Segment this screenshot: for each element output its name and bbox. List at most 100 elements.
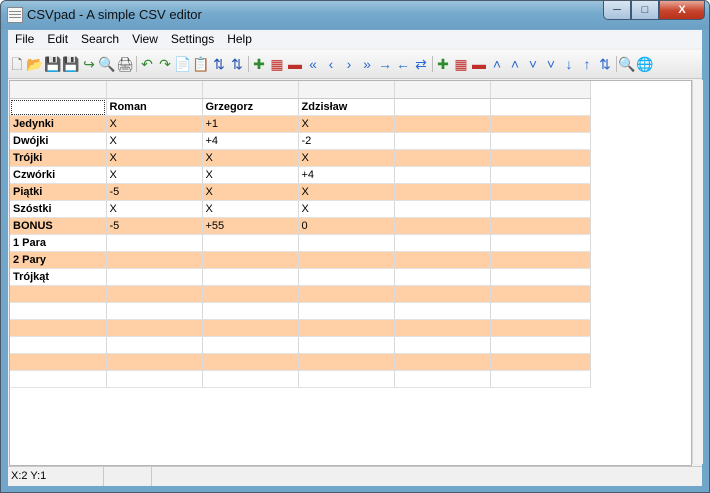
insert-column-button[interactable]: ▦ xyxy=(268,55,286,73)
grid-cell[interactable] xyxy=(202,302,299,320)
grid-cell[interactable] xyxy=(10,302,107,320)
column-header[interactable] xyxy=(394,81,491,99)
grid-cell[interactable] xyxy=(490,200,591,218)
grid-cell[interactable]: X xyxy=(202,166,299,184)
column-header[interactable] xyxy=(490,81,591,99)
print-preview-button[interactable]: 🔍 xyxy=(98,55,116,73)
grid-cell[interactable] xyxy=(10,353,107,371)
move-first-column-button[interactable]: « xyxy=(304,55,322,73)
grid-cell[interactable] xyxy=(490,149,591,167)
grid-cell[interactable] xyxy=(490,115,591,133)
grid-cell[interactable] xyxy=(202,353,299,371)
grid-cell[interactable]: Szóstki xyxy=(10,200,107,218)
grid-cell[interactable] xyxy=(106,251,203,269)
grid-cell[interactable] xyxy=(394,98,491,116)
grid-cell[interactable] xyxy=(394,149,491,167)
grid-cell[interactable]: +55 xyxy=(202,217,299,235)
grid-cell[interactable] xyxy=(298,370,395,388)
paste-button[interactable]: 📋 xyxy=(192,55,210,73)
sort-descending-button[interactable]: ⇅ xyxy=(228,55,246,73)
column-header[interactable] xyxy=(106,81,203,99)
grid-cell[interactable]: X xyxy=(298,183,395,201)
grid-cell[interactable] xyxy=(298,285,395,303)
maximize-button[interactable]: □ xyxy=(631,1,659,20)
grid-cell[interactable]: Czwórki xyxy=(10,166,107,184)
grid-cell[interactable] xyxy=(394,370,491,388)
grid-cell[interactable] xyxy=(10,370,107,388)
menu-help[interactable]: Help xyxy=(220,32,258,46)
insert-row-button[interactable]: ▦ xyxy=(452,55,470,73)
grid-cell[interactable]: Zdzisław xyxy=(298,98,395,116)
grid-cell[interactable] xyxy=(490,319,591,337)
open-folder-button[interactable]: 📂 xyxy=(26,55,44,73)
move-down-row-button[interactable]: ˅ xyxy=(524,55,542,73)
grid-cell[interactable]: X xyxy=(106,115,203,133)
grid-cell[interactable] xyxy=(490,132,591,150)
grid-cell[interactable]: 1 Para xyxy=(10,234,107,252)
grid-cell[interactable]: Piątki xyxy=(10,183,107,201)
grid-cell[interactable] xyxy=(490,285,591,303)
grid-cell[interactable] xyxy=(394,132,491,150)
grid-cell[interactable] xyxy=(202,268,299,286)
grid-cell[interactable] xyxy=(10,336,107,354)
grid-cell[interactable] xyxy=(394,268,491,286)
save-as-button[interactable]: 💾 xyxy=(62,55,80,73)
grid-cell[interactable]: X xyxy=(298,115,395,133)
grid-cell[interactable] xyxy=(202,234,299,252)
grid-cell[interactable] xyxy=(106,336,203,354)
grid-area[interactable]: Roman Grzegorz Zdzisław Jedynki X +1 X Dwójki X +… xyxy=(9,80,692,466)
grid-cell[interactable] xyxy=(394,353,491,371)
grid-cell[interactable]: X xyxy=(202,149,299,167)
grid-cell[interactable] xyxy=(394,217,491,235)
grid-cell[interactable] xyxy=(394,319,491,337)
globe-button[interactable]: 🌐 xyxy=(636,55,654,73)
grid-cell[interactable] xyxy=(394,166,491,184)
arrow-down-button[interactable]: ↓ xyxy=(560,55,578,73)
grid-cell[interactable] xyxy=(298,234,395,252)
grid-cell[interactable]: X xyxy=(106,200,203,218)
column-header[interactable] xyxy=(10,81,107,99)
search-button[interactable]: 🔍 xyxy=(618,55,636,73)
grid-cell[interactable]: Grzegorz xyxy=(202,98,299,116)
sort-ascending-button[interactable]: ⇅ xyxy=(210,55,228,73)
grid-cell[interactable] xyxy=(202,370,299,388)
grid-cell[interactable]: X xyxy=(106,132,203,150)
grid-cell[interactable] xyxy=(394,302,491,320)
grid-cell[interactable]: Trójki xyxy=(10,149,107,167)
grid-cell[interactable] xyxy=(490,183,591,201)
grid-cell[interactable] xyxy=(298,353,395,371)
column-header[interactable] xyxy=(298,81,395,99)
menu-settings[interactable]: Settings xyxy=(164,32,220,46)
save-button[interactable]: 💾 xyxy=(44,55,62,73)
grid-cell[interactable] xyxy=(106,285,203,303)
menu-file[interactable]: File xyxy=(8,32,40,46)
grid-cell[interactable]: -5 xyxy=(106,217,203,235)
close-button[interactable]: X xyxy=(659,1,705,20)
move-last-column-button[interactable]: » xyxy=(358,55,376,73)
grid-cell[interactable]: X xyxy=(298,200,395,218)
grid-cell[interactable] xyxy=(106,234,203,252)
grid-cell[interactable] xyxy=(298,319,395,337)
grid-cell[interactable] xyxy=(490,268,591,286)
undo-button[interactable]: ↶ xyxy=(138,55,156,73)
grid-cell[interactable] xyxy=(106,268,203,286)
grid-cell[interactable] xyxy=(202,285,299,303)
move-up-row-button[interactable]: ˄ xyxy=(506,55,524,73)
grid-cell[interactable]: -5 xyxy=(106,183,203,201)
grid-cell[interactable]: X xyxy=(202,183,299,201)
grid-cell[interactable] xyxy=(490,353,591,371)
grid-cell[interactable] xyxy=(298,251,395,269)
csv-grid[interactable]: Roman Grzegorz Zdzisław Jedynki X +1 X Dwójki X +… xyxy=(10,81,591,388)
app-icon[interactable] xyxy=(7,7,23,23)
grid-cell[interactable] xyxy=(202,251,299,269)
grid-cell[interactable] xyxy=(394,183,491,201)
grid-cell[interactable] xyxy=(394,115,491,133)
grid-cell[interactable] xyxy=(106,370,203,388)
grid-cell[interactable] xyxy=(490,166,591,184)
grid-cell[interactable]: X xyxy=(202,200,299,218)
add-row-button[interactable]: ✚ xyxy=(434,55,452,73)
move-left-column-button[interactable]: ‹ xyxy=(322,55,340,73)
grid-cell[interactable] xyxy=(490,217,591,235)
grid-cell[interactable]: +4 xyxy=(298,166,395,184)
export-button[interactable]: ↪ xyxy=(80,55,98,73)
